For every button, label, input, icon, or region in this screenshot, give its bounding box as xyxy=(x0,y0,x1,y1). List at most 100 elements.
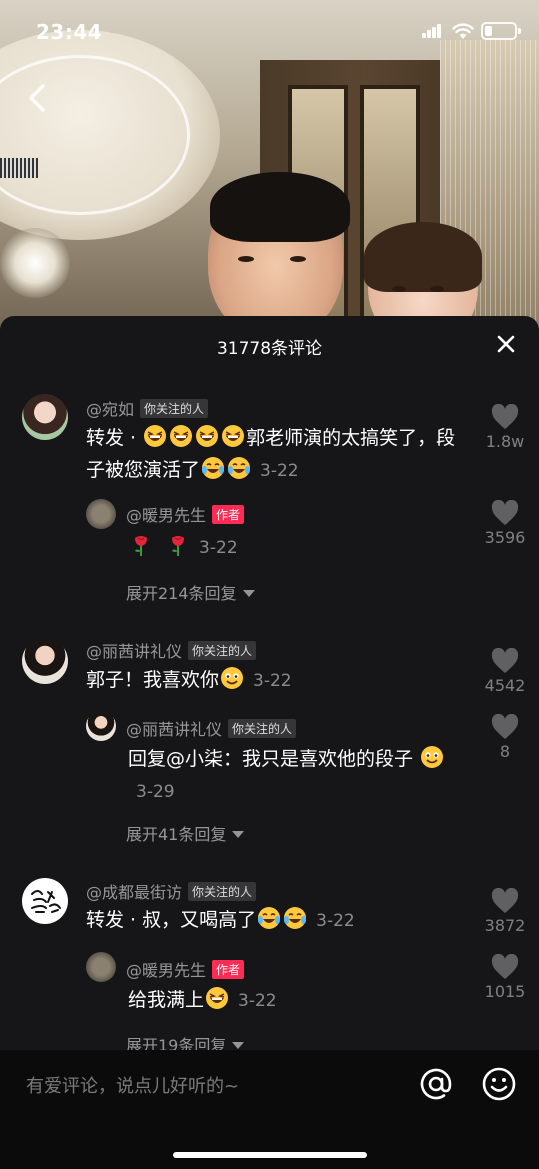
caret-down-icon xyxy=(232,831,245,838)
reply-date: 3-29 xyxy=(136,782,175,802)
comment-body: 转发 · 叔，又喝高了 xyxy=(86,909,257,931)
comment-prefix: 转发 · xyxy=(86,427,143,449)
comment-date: 3-22 xyxy=(316,911,355,931)
laughing-emoji-icon xyxy=(205,986,229,1010)
eye xyxy=(238,256,254,262)
comment-text[interactable]: 转发 · 郭老师演的太搞笑了，段子被您演活了 3-22 xyxy=(86,422,466,487)
reply-body: 给我满上 xyxy=(128,989,205,1011)
avatar[interactable] xyxy=(86,711,116,741)
expand-replies-button[interactable]: 展开19条回复 xyxy=(126,1032,245,1050)
reply-text[interactable]: 给我满上 3-22 xyxy=(128,984,277,1017)
calligraphy-logo xyxy=(31,890,61,913)
reply-username[interactable]: @暖男先生 作者 xyxy=(126,502,245,526)
heart-icon xyxy=(491,954,519,979)
laughing-emoji-icon xyxy=(195,424,219,448)
comment-text[interactable]: 郭子！我喜欢你 3-22 xyxy=(86,664,292,697)
crying-laughing-emoji-icon xyxy=(227,456,251,480)
avatar[interactable] xyxy=(86,499,116,529)
laughing-emoji-icon xyxy=(221,424,245,448)
heart-icon xyxy=(491,648,519,673)
caret-down-icon xyxy=(242,590,255,597)
status-bar: 23:44 xyxy=(0,0,539,64)
follow-tag: 你关注的人 xyxy=(140,399,209,418)
like-button[interactable]: 4542 xyxy=(475,648,535,695)
author-tag: 作者 xyxy=(212,505,245,524)
like-button[interactable]: 1015 xyxy=(475,954,535,1001)
expand-label: 展开214条回复 xyxy=(126,584,237,603)
reply-text[interactable]: 3-22 xyxy=(128,531,238,564)
username-text[interactable]: @丽茜讲礼仪 xyxy=(86,642,182,661)
like-count: 4542 xyxy=(484,676,526,695)
crying-laughing-emoji-icon xyxy=(283,906,307,930)
comment-input[interactable] xyxy=(26,1070,396,1102)
like-count: 3596 xyxy=(484,528,526,547)
comment-panel: 31778条评论 @宛如 你关注的人 转发 · 郭老师演的太搞笑了，段子被您演活了… xyxy=(0,316,539,1050)
status-time: 23:44 xyxy=(36,20,103,44)
follow-tag: 你关注的人 xyxy=(188,641,257,660)
like-count: 3872 xyxy=(484,916,526,935)
avatar[interactable] xyxy=(22,394,68,440)
username-text[interactable]: @宛如 xyxy=(86,400,134,419)
expand-replies-button[interactable]: 展开214条回复 xyxy=(126,580,255,604)
like-count: 8 xyxy=(499,742,511,761)
heart-icon xyxy=(491,404,519,429)
reply-date: 3-22 xyxy=(238,991,277,1011)
like-button[interactable]: 3596 xyxy=(475,500,535,547)
comment-input-bar xyxy=(0,1050,539,1169)
like-button[interactable]: 8 xyxy=(475,714,535,761)
chandelier xyxy=(0,228,70,298)
like-count: 1.8w xyxy=(485,432,525,451)
chevron-left-icon[interactable] xyxy=(24,82,52,114)
eye xyxy=(430,286,444,292)
comment-username[interactable]: @丽茜讲礼仪 你关注的人 xyxy=(86,638,257,662)
woman-hair xyxy=(364,222,482,292)
ceiling-vent xyxy=(0,158,38,178)
reply-username[interactable]: @丽茜讲礼仪 你关注的人 xyxy=(126,716,297,740)
at-icon[interactable] xyxy=(418,1066,454,1102)
comment-username[interactable]: @宛如 你关注的人 xyxy=(86,396,209,420)
reply-text[interactable]: 回复@小柒：我只是喜欢他的段子 3-29 xyxy=(128,743,468,808)
reply-date: 3-22 xyxy=(199,538,238,558)
crying-laughing-emoji-icon xyxy=(257,906,281,930)
username-text[interactable]: @成都最街访 xyxy=(86,883,182,902)
comment-username[interactable]: @成都最街访 你关注的人 xyxy=(86,879,257,903)
crying-laughing-emoji-icon xyxy=(201,456,225,480)
battery-icon xyxy=(481,22,521,40)
laughing-emoji-icon xyxy=(169,424,193,448)
expand-label: 展开41条回复 xyxy=(126,825,227,844)
avatar[interactable] xyxy=(22,638,68,684)
avatar[interactable] xyxy=(22,878,68,924)
comment-text[interactable]: 转发 · 叔，又喝高了 3-22 xyxy=(86,904,355,937)
comment-date: 3-22 xyxy=(260,461,299,481)
heart-icon xyxy=(491,500,519,525)
like-count: 1015 xyxy=(484,982,526,1001)
eye xyxy=(290,256,306,262)
username-text[interactable]: @丽茜讲礼仪 xyxy=(126,720,222,739)
follow-tag: 你关注的人 xyxy=(188,882,257,901)
expand-replies-button[interactable]: 展开41条回复 xyxy=(126,821,245,845)
like-button[interactable]: 3872 xyxy=(475,888,535,935)
username-text[interactable]: @暖男先生 xyxy=(126,961,206,980)
man-hair xyxy=(210,172,350,242)
like-button[interactable]: 1.8w xyxy=(475,404,535,451)
smiley-icon[interactable] xyxy=(481,1066,517,1102)
author-tag: 作者 xyxy=(212,960,245,979)
expand-label: 展开19条回复 xyxy=(126,1036,227,1050)
laughing-emoji-icon xyxy=(143,424,167,448)
reply-body: 回复@小柒：我只是喜欢他的段子 xyxy=(128,748,414,770)
follow-tag: 你关注的人 xyxy=(228,719,297,738)
reply-username[interactable]: @暖男先生 作者 xyxy=(126,957,245,981)
close-icon[interactable] xyxy=(495,333,517,355)
comment-count-title: 31778条评论 xyxy=(216,339,323,359)
smiling-emoji-icon xyxy=(420,745,444,769)
username-text[interactable]: @暖男先生 xyxy=(126,506,206,525)
comment-body: 郭子！我喜欢你 xyxy=(86,669,220,691)
caret-down-icon xyxy=(232,1042,245,1049)
eye xyxy=(392,286,406,292)
home-indicator[interactable] xyxy=(173,1152,367,1158)
avatar[interactable] xyxy=(86,952,116,982)
smiling-emoji-icon xyxy=(220,666,244,690)
heart-icon xyxy=(491,714,519,739)
rose-emoji-icon xyxy=(129,533,153,557)
comment-date: 3-22 xyxy=(253,671,292,691)
